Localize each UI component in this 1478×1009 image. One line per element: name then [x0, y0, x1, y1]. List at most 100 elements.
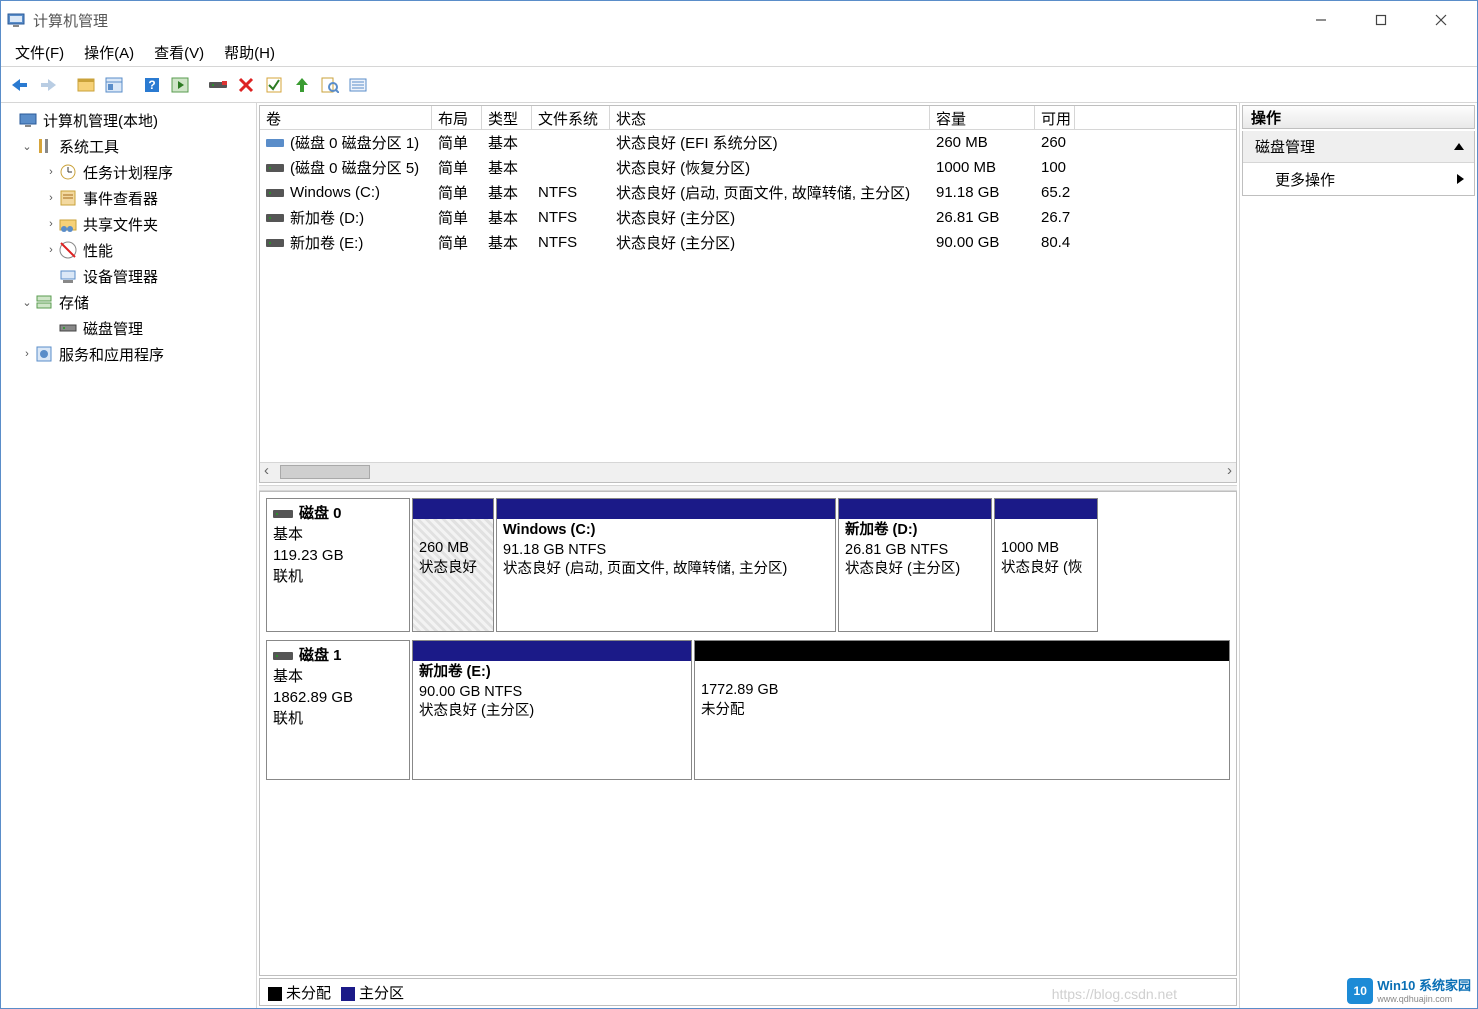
tree-disk-management[interactable]: 磁盘管理	[1, 315, 256, 341]
menu-help[interactable]: 帮助(H)	[224, 42, 275, 63]
legend-swatch-primary	[341, 987, 355, 1001]
help-button[interactable]: ?	[139, 72, 165, 98]
actions-section-disk-mgmt[interactable]: 磁盘管理	[1243, 131, 1474, 163]
vol-fs: NTFS	[532, 234, 610, 251]
col-status[interactable]: 状态	[610, 106, 930, 129]
partition-d1p1[interactable]: 新加卷 (E:) 90.00 GB NTFS 状态良好 (主分区)	[412, 640, 692, 780]
tree-label: 任务计划程序	[83, 162, 173, 183]
disk-header[interactable]: 磁盘 0 基本 119.23 GB 联机	[266, 498, 410, 632]
back-button[interactable]	[7, 72, 33, 98]
vol-layout: 简单	[432, 132, 482, 153]
partition-d0p1[interactable]: 260 MB 状态良好	[412, 498, 494, 632]
actions-more-label: 更多操作	[1275, 169, 1335, 190]
col-avail[interactable]: 可用	[1035, 106, 1075, 129]
volume-icon	[266, 237, 284, 249]
col-volume[interactable]: 卷	[260, 106, 432, 129]
vol-avail: 26.7	[1035, 209, 1075, 226]
expand-icon[interactable]: ›	[21, 348, 33, 360]
show-hide-tree-button[interactable]	[73, 72, 99, 98]
svg-text:?: ?	[148, 78, 155, 92]
vol-type: 基本	[482, 132, 532, 153]
col-fs[interactable]: 文件系统	[532, 106, 610, 129]
disk-size: 1862.89 GB	[273, 687, 403, 708]
tree-pane: 计算机管理(本地) ⌄ 系统工具 › 任务计划程序 › 事件查看器	[1, 103, 257, 1008]
col-layout[interactable]: 布局	[432, 106, 482, 129]
part-line2: 91.18 GB NTFS	[503, 541, 829, 561]
volume-icon	[266, 137, 284, 149]
tree-root[interactable]: 计算机管理(本地)	[1, 107, 256, 133]
tree-system-tools[interactable]: ⌄ 系统工具	[1, 133, 256, 159]
vol-type: 基本	[482, 207, 532, 228]
volume-row[interactable]: 新加卷 (D:) 简单 基本 NTFS 状态良好 (主分区) 26.81 GB …	[260, 205, 1236, 230]
scroll-thumb[interactable]	[280, 465, 370, 479]
volume-row[interactable]: (磁盘 0 磁盘分区 1) 简单 基本 状态良好 (EFI 系统分区) 260 …	[260, 130, 1236, 155]
maximize-button[interactable]	[1351, 1, 1411, 39]
volume-row[interactable]: 新加卷 (E:) 简单 基本 NTFS 状态良好 (主分区) 90.00 GB …	[260, 230, 1236, 255]
partition-d1p2-unallocated[interactable]: 1772.89 GB 未分配	[694, 640, 1230, 780]
collapse-icon[interactable]: ⌄	[21, 140, 33, 153]
tree-storage[interactable]: ⌄ 存储	[1, 289, 256, 315]
partition-bar	[995, 499, 1097, 519]
find-button[interactable]	[317, 72, 343, 98]
close-button[interactable]	[1411, 1, 1471, 39]
tree-label: 存储	[59, 292, 89, 313]
partition-bar	[695, 641, 1229, 661]
check-button[interactable]	[261, 72, 287, 98]
horizontal-scrollbar[interactable]	[260, 462, 1236, 482]
disk-header[interactable]: 磁盘 1 基本 1862.89 GB 联机	[266, 640, 410, 780]
refresh-button[interactable]	[167, 72, 193, 98]
partition-d0p3[interactable]: 新加卷 (D:) 26.81 GB NTFS 状态良好 (主分区)	[838, 498, 992, 632]
properties-button[interactable]	[101, 72, 127, 98]
tree-label: 性能	[83, 240, 113, 261]
minimize-button[interactable]	[1291, 1, 1351, 39]
disk-title: 磁盘 1	[299, 645, 342, 666]
tree-device-manager[interactable]: 设备管理器	[1, 263, 256, 289]
col-capacity[interactable]: 容量	[930, 106, 1035, 129]
vol-type: 基本	[482, 182, 532, 203]
title-bar: 计算机管理	[1, 1, 1477, 39]
tree-label: 磁盘管理	[83, 318, 143, 339]
partition-d0p4[interactable]: 1000 MB 状态良好 (恢	[994, 498, 1098, 632]
collapse-icon[interactable]: ⌄	[21, 296, 33, 309]
expand-icon[interactable]: ›	[45, 166, 57, 178]
partition-bar	[413, 499, 493, 519]
menu-bar: 文件(F) 操作(A) 查看(V) 帮助(H)	[1, 39, 1477, 67]
vol-name: 新加卷 (E:)	[290, 232, 363, 253]
up-button[interactable]	[289, 72, 315, 98]
tree-performance[interactable]: › 性能	[1, 237, 256, 263]
menu-view[interactable]: 查看(V)	[154, 42, 204, 63]
col-type[interactable]: 类型	[482, 106, 532, 129]
vol-avail: 65.2	[1035, 184, 1075, 201]
expand-icon[interactable]: ›	[45, 244, 57, 256]
actions-pane: 操作 磁盘管理 更多操作	[1239, 103, 1477, 1008]
disk-icon-button[interactable]	[205, 72, 231, 98]
part-size: 1000 MB	[1001, 539, 1091, 559]
forward-button[interactable]	[35, 72, 61, 98]
part-status: 状态良好 (恢	[1001, 559, 1091, 579]
list-button[interactable]	[345, 72, 371, 98]
tree-label: 事件查看器	[83, 188, 158, 209]
expand-icon[interactable]: ›	[45, 218, 57, 230]
tree-shared-folders[interactable]: › 共享文件夹	[1, 211, 256, 237]
menu-action[interactable]: 操作(A)	[84, 42, 134, 63]
expand-icon[interactable]: ›	[45, 192, 57, 204]
part-status: 未分配	[701, 701, 1223, 721]
toolbar: ?	[1, 67, 1477, 103]
tree-task-scheduler[interactable]: › 任务计划程序	[1, 159, 256, 185]
tree-event-viewer[interactable]: › 事件查看器	[1, 185, 256, 211]
actions-more[interactable]: 更多操作	[1243, 163, 1474, 195]
partition-d0p2[interactable]: Windows (C:) 91.18 GB NTFS 状态良好 (启动, 页面文…	[496, 498, 836, 632]
vol-layout: 简单	[432, 182, 482, 203]
vol-status: 状态良好 (启动, 页面文件, 故障转储, 主分区)	[610, 182, 930, 203]
legend-primary: 主分区	[359, 985, 404, 1002]
vol-capacity: 1000 MB	[930, 159, 1035, 176]
device-icon	[59, 267, 77, 285]
part-status: 状态良好 (主分区)	[845, 560, 985, 580]
tree-services-apps[interactable]: › 服务和应用程序	[1, 341, 256, 367]
shared-folder-icon	[59, 215, 77, 233]
volume-row[interactable]: (磁盘 0 磁盘分区 5) 简单 基本 状态良好 (恢复分区) 1000 MB …	[260, 155, 1236, 180]
delete-button[interactable]	[233, 72, 259, 98]
volume-row[interactable]: Windows (C:) 简单 基本 NTFS 状态良好 (启动, 页面文件, …	[260, 180, 1236, 205]
window-title: 计算机管理	[33, 10, 1291, 31]
menu-file[interactable]: 文件(F)	[15, 42, 64, 63]
